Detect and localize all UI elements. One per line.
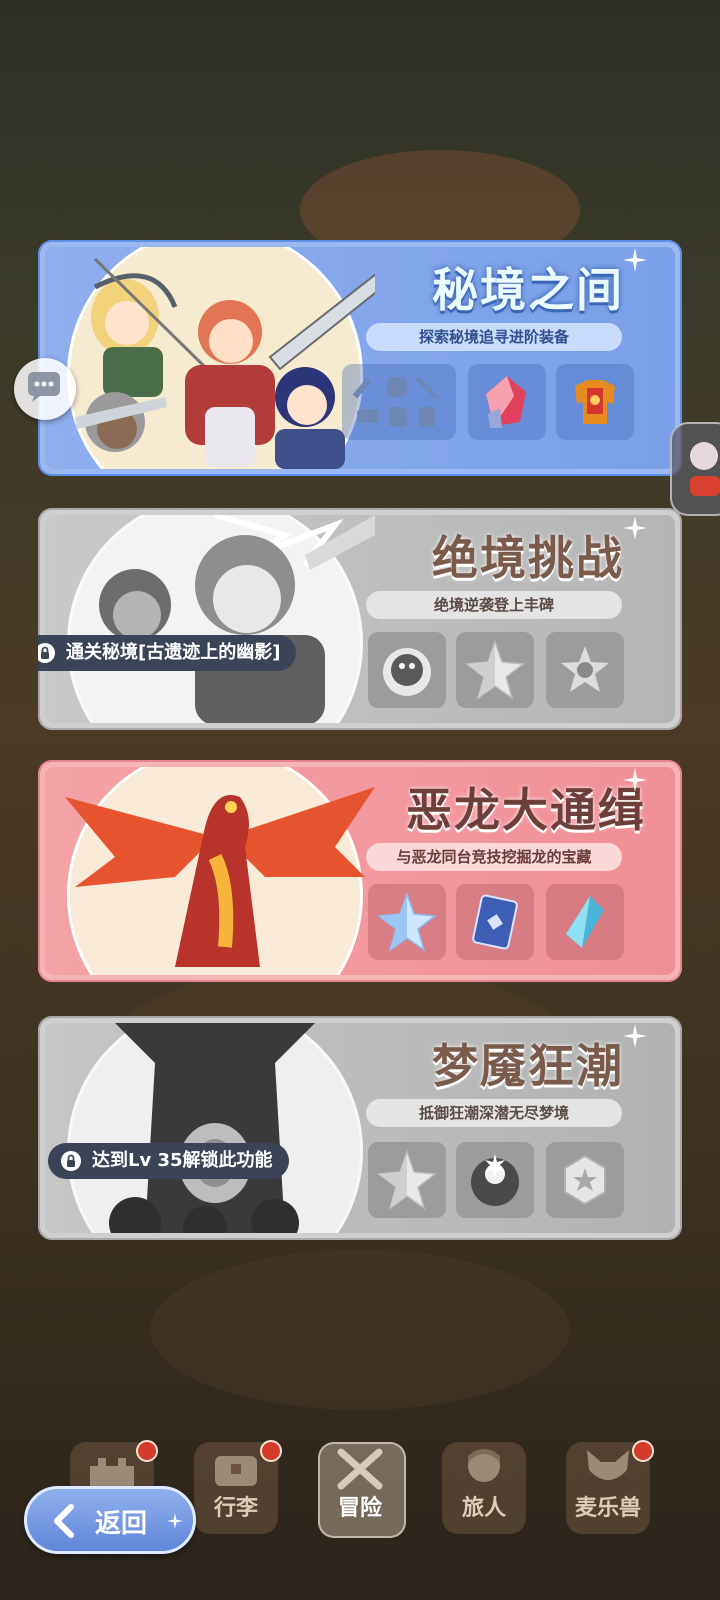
nav-tab-travelers[interactable]: 旅人 <box>434 1432 534 1540</box>
monster-icon <box>383 648 431 696</box>
card-title: 梦魇狂潮 <box>432 1039 624 1093</box>
notification-badge <box>136 1440 158 1462</box>
chest-icon <box>215 1456 257 1486</box>
reward-slot-card[interactable] <box>456 884 534 960</box>
sparkle-icon <box>167 1513 183 1529</box>
sparkle-icon <box>623 248 647 272</box>
haunted-tree-illustration <box>109 1023 315 1233</box>
event-icon <box>690 442 720 496</box>
reward-slot-gem[interactable] <box>546 884 624 960</box>
chat-icon <box>28 372 60 402</box>
reward-slot-hex-coin[interactable] <box>546 1142 624 1218</box>
lock-condition-pill: 通关秘境[古遗迹上的幽影] <box>38 635 297 671</box>
background-glow <box>150 1250 570 1410</box>
nav-tab-adventure[interactable]: 冒险 <box>310 1432 410 1540</box>
back-button[interactable]: 返回 <box>24 1486 196 1554</box>
nav-tab-label: 行李 <box>213 1496 258 1521</box>
fox-icon <box>587 1450 629 1480</box>
reward-slot-star-crystal[interactable] <box>368 1142 446 1218</box>
sparkle-icon <box>623 768 647 792</box>
back-arrow-icon <box>54 1504 74 1538</box>
lock-condition-text: 通关秘境[古遗迹上的幽影] <box>66 642 281 663</box>
gem-icon <box>566 896 604 948</box>
lock-icon <box>61 1151 81 1171</box>
nav-tab-label: 冒险 <box>337 1496 382 1521</box>
back-label: 返回 <box>95 1509 148 1539</box>
lock-condition-pill: 达到Lv 35解锁此功能 <box>48 1143 289 1179</box>
hex-coin-icon <box>564 1154 606 1206</box>
card-title: 秘境之间 <box>432 263 624 317</box>
crystal-icon <box>486 376 526 428</box>
card-dragon-wanted[interactable]: 恶龙大通缉 与恶龙同台竞技挖掘龙的宝藏 <box>38 760 682 982</box>
heroes-illustration <box>75 257 375 469</box>
card-secret-realm[interactable]: 秘境之间 探索秘境追寻进阶装备 <box>38 240 682 476</box>
card-subtitle: 探索秘境追寻进阶装备 <box>366 323 622 351</box>
reward-slot-monster[interactable] <box>368 632 446 708</box>
sparkle-icon <box>623 516 647 540</box>
chat-button[interactable] <box>14 358 76 420</box>
orb-icon <box>471 1154 519 1206</box>
sparkle-icon <box>623 1024 647 1048</box>
card-nightmare-tide[interactable]: 梦魇狂潮 抵御狂潮深潜无尽梦境 达到Lv 35解锁此功能 <box>38 1016 682 1240</box>
crossed-swords-icon <box>337 1448 383 1490</box>
nav-tab-label: 麦乐兽 <box>574 1496 641 1521</box>
reward-slot-armor[interactable] <box>556 364 634 440</box>
reward-slot-crystal[interactable] <box>468 364 546 440</box>
nav-tab-luggage[interactable]: 行李 <box>186 1432 286 1540</box>
armor-icon <box>575 380 615 424</box>
notification-badge <box>632 1440 654 1462</box>
reward-slot-star-crystal[interactable] <box>368 884 446 960</box>
card-subtitle: 抵御狂潮深潜无尽梦境 <box>366 1099 622 1127</box>
dragon-illustration <box>65 787 375 967</box>
lock-condition-text: 达到Lv 35解锁此功能 <box>92 1150 273 1171</box>
star-badge-icon <box>561 646 609 692</box>
card-subtitle: 与恶龙同台竞技挖掘龙的宝藏 <box>366 843 622 871</box>
star-crystal-icon <box>377 1150 437 1210</box>
card-subtitle: 绝境逆袭登上丰碑 <box>366 591 622 619</box>
star-crystal-icon <box>377 892 437 952</box>
lock-icon <box>38 643 55 663</box>
nav-tab-pets[interactable]: 麦乐兽 <box>558 1432 658 1540</box>
reward-slot-star-badge[interactable] <box>546 632 624 708</box>
reward-slot-star-crystal[interactable] <box>456 632 534 708</box>
side-event-button[interactable] <box>670 422 720 516</box>
reward-slot-equipment-set[interactable] <box>342 364 456 440</box>
equipment-set-icon <box>352 377 439 427</box>
card-title: 绝境挑战 <box>432 531 624 585</box>
hero-illustration <box>99 515 375 723</box>
card-desperate-challenge[interactable]: 绝境挑战 绝境逆袭登上丰碑 通关秘境[古遗迹上的幽影] <box>38 508 682 730</box>
notification-badge <box>260 1440 282 1462</box>
card-icon <box>472 894 518 950</box>
nav-tab-label: 旅人 <box>461 1496 506 1521</box>
reward-slot-orb[interactable] <box>456 1142 534 1218</box>
traveler-icon <box>468 1449 500 1482</box>
star-crystal-icon <box>465 640 525 700</box>
